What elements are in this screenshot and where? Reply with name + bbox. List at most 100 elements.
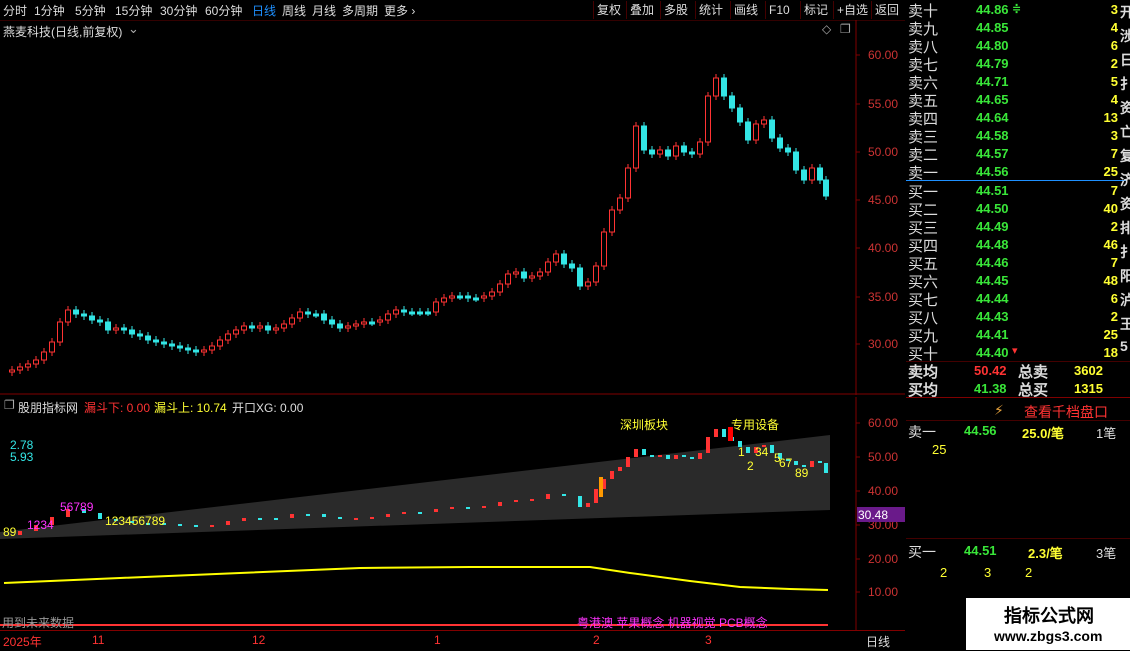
indicator-chart[interactable]: 60.00 50.00 40.00 30.00 20.00 10.00 ❐ 股朋指标网 漏… [0,397,905,630]
period-daily[interactable]: 日线 [252,2,276,19]
multi-stock-button[interactable]: 多股 [660,1,688,19]
order-level-price: 44.65 [976,92,1009,107]
indicator-candle [434,509,438,512]
candle-body [753,123,759,141]
indicator-candle [674,455,678,459]
indicator-tick-label: 10.00 [868,585,898,599]
candle-body [809,167,815,181]
candle-body [793,151,799,171]
period-30min[interactable]: 30分钟 [160,2,197,19]
indicator-candle [546,494,550,499]
ask-row[interactable]: 卖四 44.64 13 [906,108,1130,128]
funnel-low-label: 漏斗下: 0.00 [84,401,151,415]
period-toolbar: 分时 1分钟 5分钟 15分钟 30分钟 60分钟 日线 周线 月线 多周期 更… [0,0,905,21]
candle-body [385,313,391,321]
bid-row[interactable]: 买九 44.41 25 [906,325,1130,345]
diamond-icon[interactable]: ◇ [822,22,831,36]
sell-one-per-order: 25.0/笔 [1022,426,1064,441]
ask-row[interactable]: 卖六 44.71 5 [906,72,1130,92]
candle-body [417,311,423,315]
bid-row[interactable]: 买四 44.48 46 [906,235,1130,255]
sequence-label: 56789 [60,500,94,514]
period-15min[interactable]: 15分钟 [115,2,152,19]
f10-button[interactable]: F10 [765,1,790,19]
period-more[interactable]: 更多 › [384,2,415,19]
bid-row[interactable]: 买七 44.44 6 [906,289,1130,309]
overlay-button[interactable]: 叠加 [626,1,654,19]
ask-row[interactable]: 卖九 44.85 4 [906,18,1130,38]
order-level-price: 44.49 [976,219,1009,234]
price-box-label: 30.48 [858,508,889,522]
restore-window-icon[interactable]: ❐ [840,22,851,36]
indicator-candle [586,503,590,507]
candle-body [217,339,223,347]
bid-row[interactable]: 买一 44.51 7 [906,181,1130,201]
period-intraday[interactable]: 分时 [3,2,27,19]
candle-body [25,363,31,368]
stock-title[interactable]: 燕麦科技(日线,前复权) [3,23,122,40]
period-60min[interactable]: 60分钟 [205,2,242,19]
period-multi[interactable]: 多周期 [342,2,378,19]
ask-row[interactable]: 卖八 44.80 6 [906,36,1130,56]
side-panel-glyph: 济 [1120,172,1130,188]
restore-rights-button[interactable]: 复权 [593,1,621,19]
candle-body [393,309,399,315]
ask-row[interactable]: 卖五 44.65 4 [906,90,1130,110]
indicator-name[interactable]: 股朋指标网 [18,399,78,416]
time-label-jan: 1 [434,633,441,647]
side-panel-glyph: 复 [1120,148,1130,164]
candle-body [361,321,367,325]
indicator-candle [594,489,598,503]
candle-body [193,349,199,353]
period-indicator[interactable]: 日线 [866,633,890,650]
lightning-icon: ⚡ [994,402,1004,418]
statistics-button[interactable]: 统计 [695,1,723,19]
order-level-volume: 48 [1103,273,1118,288]
add-watchlist-button[interactable]: +自选 [833,1,868,19]
indicator-candle [578,496,582,507]
chevron-down-icon[interactable]: ⌄ [128,21,139,37]
avg-buy-value: 41.38 [974,381,1007,396]
period-1min[interactable]: 1分钟 [34,2,65,19]
indicator-candle [690,457,694,459]
draw-line-button[interactable]: 画线 [730,1,758,19]
restore-window-icon[interactable]: ❐ [4,398,15,412]
back-button[interactable]: 返回 [871,1,899,19]
candle-body [681,145,687,153]
candle-body [81,313,87,317]
period-5min[interactable]: 5分钟 [75,2,106,19]
order-level-price: 44.58 [976,128,1009,143]
indicator-candle [650,455,654,457]
side-panel-glyph: 扌 [1120,244,1130,260]
candle-body [97,319,103,323]
ask-row[interactable]: 卖三 44.58 3 [906,126,1130,146]
candle-body [425,311,431,315]
ask-row[interactable]: 卖二 44.57 7 [906,144,1130,164]
candle-body [657,149,663,155]
bid-row[interactable]: 买二 44.50 40 [906,199,1130,219]
bid-row[interactable]: 买五 44.46 7 [906,253,1130,273]
mark-button[interactable]: 标记 [800,1,828,19]
concept-tags: 粤港澳 苹果概念 机器视觉 PCB概念 [577,616,768,630]
main-candlestick-chart[interactable]: 60.00 55.00 50.00 45.00 40.00 35.00 30.00 燕麦科技… [0,20,905,395]
period-weekly[interactable]: 周线 [282,2,306,19]
sell-queue-item: 25 [932,442,947,457]
indicator-candle [482,506,486,508]
candle-body [457,295,463,299]
candle-body [57,321,63,343]
order-level-price: 44.48 [976,237,1009,252]
period-monthly[interactable]: 月线 [312,2,336,19]
bid-row[interactable]: 买八 44.43 2 [906,307,1130,327]
order-level-volume: 4 [1110,92,1118,107]
candle-body [65,309,71,323]
bid-row[interactable]: 买十 44.40 18 [906,343,1130,363]
full-depth-link[interactable]: 查看千档盘口 [1024,402,1108,422]
indicator-candle [824,463,828,473]
ask-row[interactable]: 卖一 44.56 25 [906,162,1130,182]
indicator-tick-label: 50.00 [868,450,898,464]
ask-row[interactable]: 卖七 44.79 2 [906,54,1130,74]
buy-one-price: 44.51 [964,543,997,558]
bid-row[interactable]: 买六 44.45 48 [906,271,1130,291]
indicator-candle [226,521,230,525]
bid-row[interactable]: 买三 44.49 2 [906,217,1130,237]
